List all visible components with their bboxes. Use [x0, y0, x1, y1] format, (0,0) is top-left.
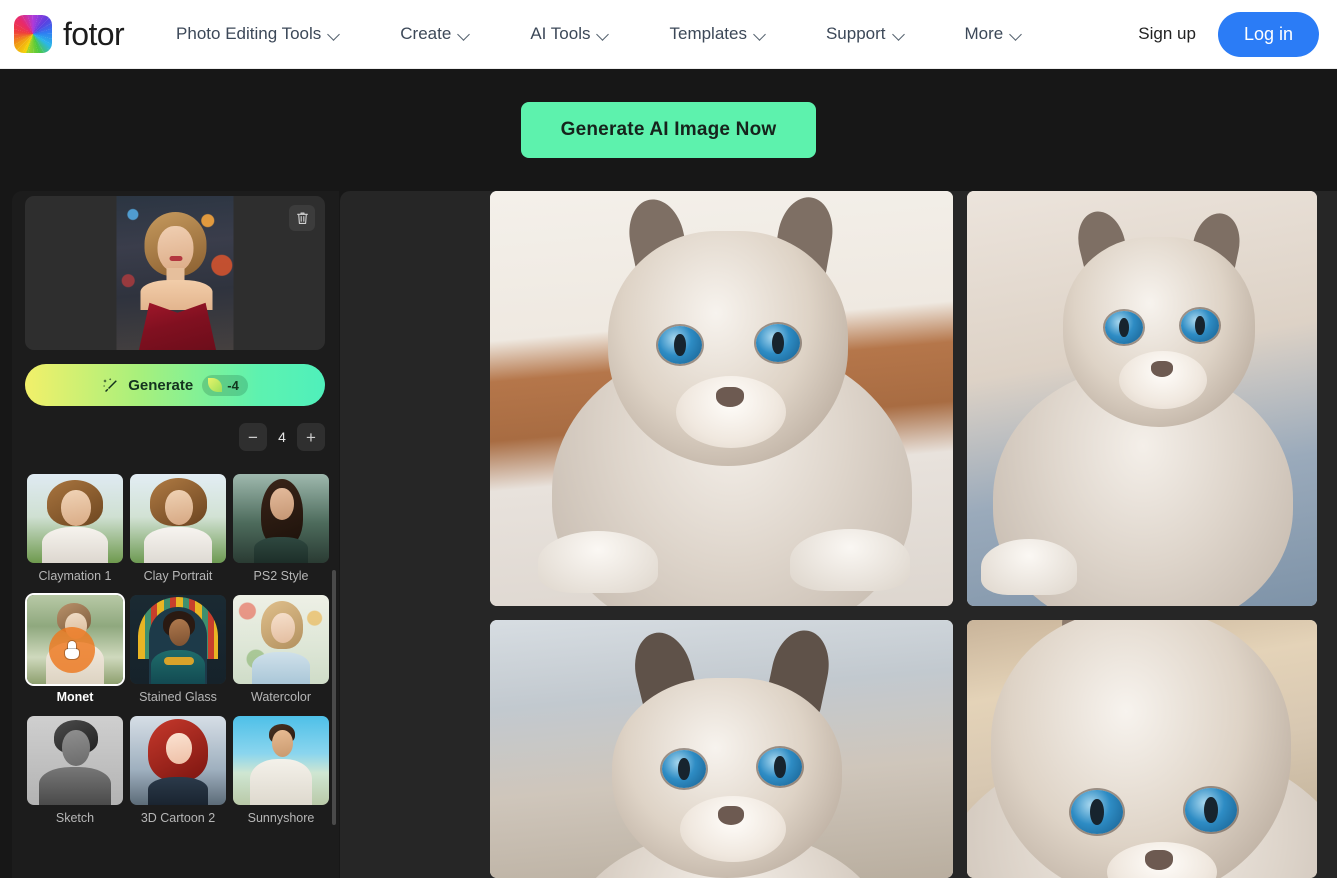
style-label: Stained Glass [139, 690, 217, 704]
nav-label: Templates [669, 24, 747, 43]
nav-item-photo-editing-tools[interactable]: Photo Editing Tools [176, 16, 340, 52]
style-label: Sketch [55, 811, 95, 825]
style-label: Monet [56, 690, 94, 704]
style-item-sunnyshore[interactable]: Sunnyshore [233, 716, 329, 825]
nav-label: More [964, 24, 1004, 43]
chevron-down-icon [755, 29, 766, 40]
style-thumbnail [130, 474, 226, 563]
style-label: PS2 Style [253, 569, 309, 583]
uploaded-source-image [116, 196, 234, 350]
style-thumbnail [27, 716, 123, 805]
nav-label: Create [400, 24, 452, 43]
style-item-watercolor[interactable]: Watercolor [233, 595, 329, 704]
style-item-3d-cartoon-2[interactable]: 3D Cartoon 2 [130, 716, 226, 825]
trash-icon[interactable] [289, 205, 315, 231]
nav-account-actions: Sign up Log in [1138, 11, 1319, 57]
nav-item-templates[interactable]: Templates [669, 16, 765, 52]
style-item-claymation-1[interactable]: Claymation 1 [27, 474, 123, 583]
nav-item-ai-tools[interactable]: AI Tools [530, 16, 609, 52]
hand-cursor-icon [65, 641, 79, 659]
chevron-down-icon [598, 29, 609, 40]
log-in-button[interactable]: Log in [1217, 11, 1319, 57]
top-navigation-bar: fotor Photo Editing Tools Create AI Tool… [0, 0, 1337, 69]
style-thumbnail [233, 716, 329, 805]
leaf-credit-icon [208, 378, 223, 392]
minus-icon[interactable]: − [239, 423, 267, 451]
nav-label: Support [825, 24, 886, 43]
click-highlight-indicator [49, 627, 95, 673]
sidebar-scrollbar-thumb[interactable] [332, 570, 336, 825]
style-item-ps2-style[interactable]: PS2 Style [233, 474, 329, 583]
brand-name: fotor [63, 15, 125, 52]
editor-workspace: Generate -4 − 4 + Claymation 1 Clay Port… [0, 191, 1337, 878]
generated-image-2[interactable] [967, 191, 1317, 606]
generated-image-4[interactable] [967, 620, 1317, 878]
plus-icon[interactable]: + [297, 423, 325, 451]
generate-button-label: Generate [128, 376, 194, 394]
style-thumbnail [27, 474, 123, 563]
results-canvas [340, 191, 1337, 878]
nav-label: Photo Editing Tools [176, 24, 322, 43]
generate-ai-image-now-button[interactable]: Generate AI Image Now [520, 102, 817, 158]
nav-menu: Photo Editing Tools Create AI Tools Temp… [176, 16, 1082, 52]
nav-label: AI Tools [530, 24, 591, 43]
image-upload-preview-box[interactable] [25, 196, 325, 350]
style-item-stained-glass[interactable]: Stained Glass [130, 595, 226, 704]
nav-item-more[interactable]: More [965, 16, 1023, 52]
style-label: Watercolor [251, 690, 311, 704]
generated-image-3[interactable] [490, 620, 953, 878]
style-label: Clay Portrait [143, 569, 213, 583]
nav-item-create[interactable]: Create [400, 16, 470, 52]
style-thumbnail [27, 595, 123, 684]
style-label: 3D Cartoon 2 [140, 811, 216, 825]
hero-banner: Generate AI Image Now [0, 69, 1337, 191]
image-count-value: 4 [278, 429, 286, 445]
magic-wand-icon [103, 377, 118, 392]
generated-results-grid [490, 191, 1335, 878]
generate-button[interactable]: Generate -4 [25, 364, 325, 406]
brand-logo[interactable]: fotor [14, 15, 125, 53]
nav-item-support[interactable]: Support [826, 16, 905, 52]
style-thumbnail [130, 595, 226, 684]
style-label: Sunnyshore [247, 811, 315, 825]
chevron-down-icon [894, 29, 905, 40]
fotor-color-wheel-icon [14, 15, 52, 53]
style-thumbnail [130, 716, 226, 805]
style-preset-grid: Claymation 1 Clay Portrait PS2 Style Mon… [27, 474, 332, 878]
style-thumbnail [233, 474, 329, 563]
credit-cost-badge: -4 [202, 374, 248, 396]
style-item-monet[interactable]: Monet [27, 595, 123, 704]
image-count-stepper: − 4 + [239, 423, 325, 451]
credit-cost-value: -4 [227, 377, 239, 393]
style-sidebar-panel: Generate -4 − 4 + Claymation 1 Clay Port… [12, 191, 339, 878]
style-item-sketch[interactable]: Sketch [27, 716, 123, 825]
style-label: Claymation 1 [38, 569, 112, 583]
generated-image-1[interactable] [490, 191, 953, 606]
sign-up-link[interactable]: Sign up [1138, 24, 1196, 44]
chevron-down-icon [329, 29, 340, 40]
chevron-down-icon [459, 29, 470, 40]
chevron-down-icon [1011, 29, 1022, 40]
style-thumbnail [233, 595, 329, 684]
style-item-clay-portrait[interactable]: Clay Portrait [130, 474, 226, 583]
